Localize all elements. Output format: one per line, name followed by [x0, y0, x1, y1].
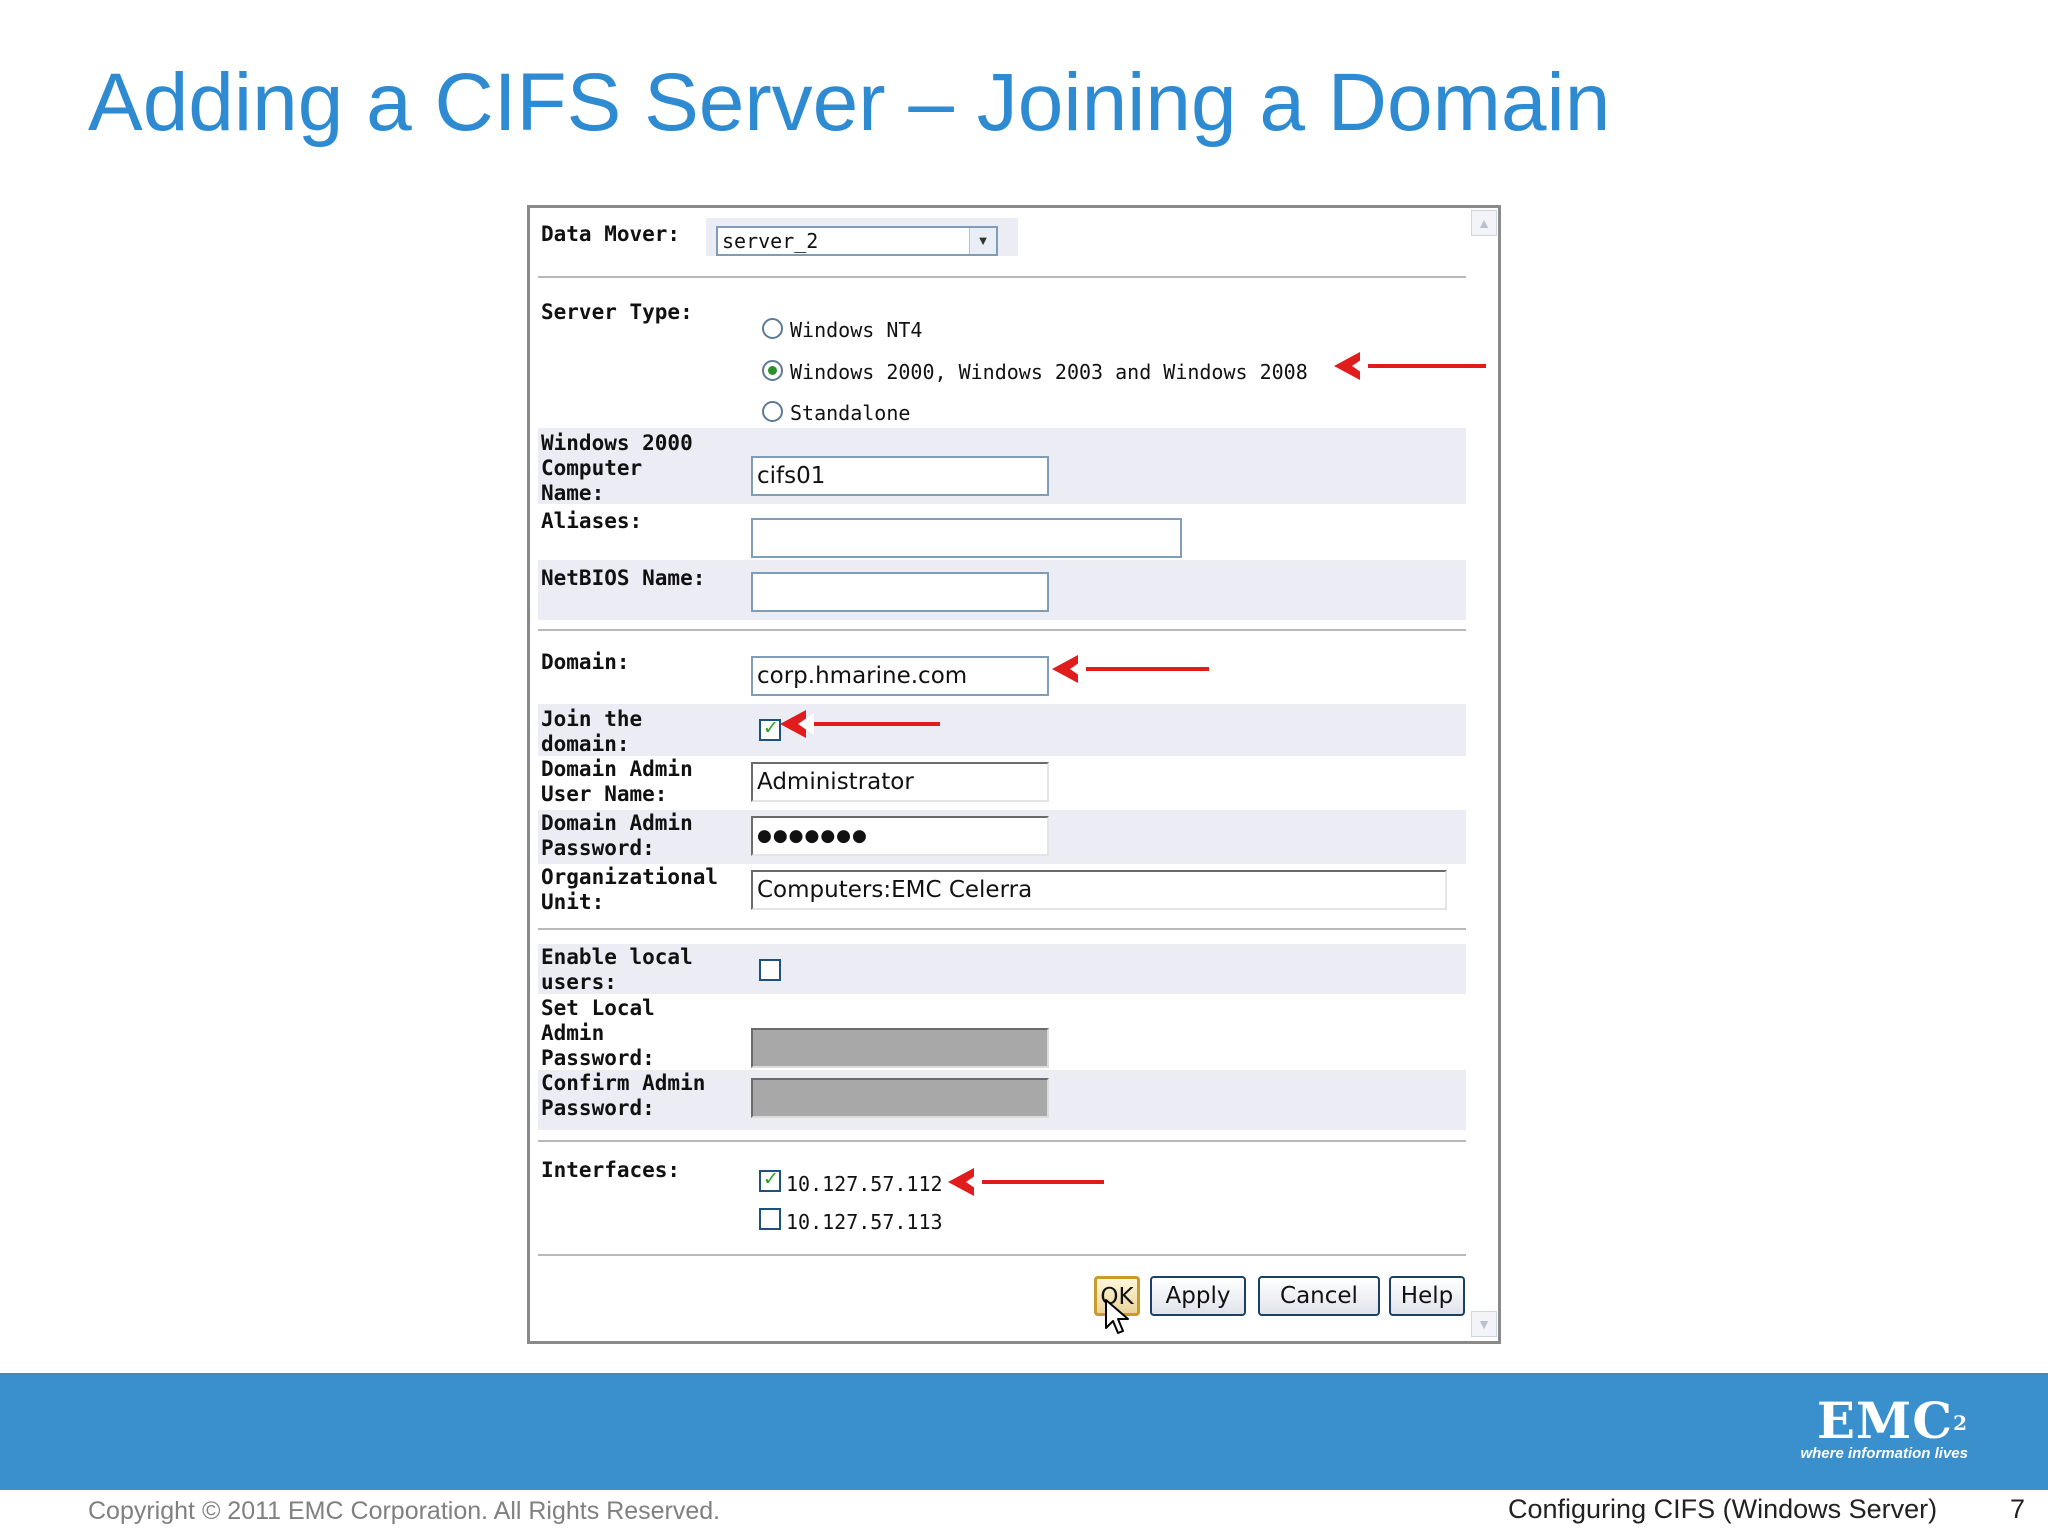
org-unit-row: Organizational Unit: Computers:EMC Celer… — [538, 864, 1466, 918]
annotation-arrow-join-domain — [792, 713, 940, 735]
apply-button[interactable]: Apply — [1150, 1276, 1246, 1316]
radio-windows-nt4[interactable] — [762, 318, 783, 339]
org-unit-input[interactable]: Computers:EMC Celerra — [751, 870, 1447, 910]
computer-name-row: Windows 2000 Computer Name: cifs01 — [538, 428, 1466, 505]
domain-input[interactable]: corp.hmarine.com — [751, 656, 1049, 696]
enable-local-users-label: Enable local users: — [541, 945, 693, 994]
separator — [538, 928, 1466, 931]
logo-wordmark: EMC2 — [1816, 1391, 1968, 1450]
local-admin-password-label: Set Local Admin Password: — [541, 996, 655, 1070]
interface-address: 10.127.57.112 — [786, 1172, 943, 1196]
admin-user-row: Domain Admin User Name: Administrator — [538, 756, 1466, 810]
scroll-up-icon[interactable]: ▲ — [1471, 210, 1497, 236]
interface-checkbox[interactable]: ✓ — [759, 1168, 781, 1192]
annotation-arrow-server-type — [1346, 355, 1486, 377]
confirm-admin-password-row: Confirm Admin Password: — [538, 1070, 1466, 1130]
aliases-label: Aliases: — [541, 509, 643, 533]
annotation-arrow-interface — [960, 1171, 1104, 1193]
local-admin-password-row: Set Local Admin Password: — [538, 994, 1466, 1070]
option-standalone-label: Standalone — [790, 401, 911, 425]
slide-title: Adding a CIFS Server – Joining a Domain — [88, 57, 1611, 148]
radio-windows-2000-2003-2008[interactable] — [762, 360, 783, 381]
option-windows-nt4-label: Windows NT4 — [790, 318, 923, 342]
confirm-admin-password-input — [751, 1078, 1049, 1118]
cancel-button[interactable]: Cancel — [1258, 1276, 1380, 1316]
netbios-name-row: NetBIOS Name: — [538, 560, 1466, 620]
enable-local-users-checkbox[interactable] — [759, 959, 781, 981]
interfaces-row: Interfaces: ✓ 10.127.57.112 10.127.57.11… — [538, 1152, 1466, 1242]
radio-standalone[interactable] — [762, 401, 783, 422]
vertical-scrollbar[interactable]: ▲ ▼ — [1470, 208, 1498, 1341]
admin-user-label: Domain Admin User Name: — [541, 757, 693, 806]
option-windows-2000-label: Windows 2000, Windows 2003 and Windows 2… — [790, 360, 1308, 384]
emc-logo: EMC2 where information lives — [1800, 1391, 1968, 1463]
server-type-label: Server Type: — [541, 300, 693, 324]
admin-user-input[interactable]: Administrator — [751, 762, 1049, 802]
help-button[interactable]: Help — [1389, 1276, 1465, 1316]
computer-name-input[interactable]: cifs01 — [751, 456, 1049, 496]
local-admin-password-input — [751, 1028, 1049, 1068]
aliases-input[interactable] — [751, 518, 1182, 558]
interface-checkbox[interactable] — [759, 1208, 781, 1230]
logo-tagline: where information lives — [1800, 1445, 1968, 1462]
interface-address: 10.127.57.113 — [786, 1210, 943, 1234]
dialog-form: Data Mover: server_2 ▼ Server Type: Wind… — [538, 208, 1466, 1341]
server-type-row: Server Type: Windows NT4 Windows 2000, W… — [538, 288, 1466, 428]
enable-local-users-row: Enable local users: — [538, 944, 1466, 994]
org-unit-label: Organizational Unit: — [541, 865, 719, 914]
admin-password-input[interactable]: ●●●●●●● — [751, 816, 1049, 856]
join-domain-label: Join the domain: — [541, 707, 643, 756]
footer-banner: EMC2 where information lives — [0, 1373, 2048, 1490]
aliases-row: Aliases: — [538, 504, 1466, 558]
computer-name-label: Windows 2000 Computer Name: — [541, 431, 693, 505]
footer-topic: Configuring CIFS (Windows Server) — [1508, 1494, 1938, 1524]
page-number: 7 — [2010, 1494, 2026, 1524]
checkmark-icon: ✓ — [763, 1168, 779, 1190]
interfaces-label: Interfaces: — [541, 1158, 681, 1182]
separator — [538, 276, 1466, 279]
data-mover-select[interactable]: server_2 ▼ — [716, 226, 998, 256]
chevron-down-icon[interactable]: ▼ — [969, 228, 996, 254]
data-mover-label: Data Mover: — [541, 222, 681, 246]
annotation-arrow-domain — [1064, 658, 1209, 680]
netbios-name-label: NetBIOS Name: — [541, 566, 706, 590]
scroll-down-icon[interactable]: ▼ — [1471, 1311, 1497, 1337]
checkmark-icon: ✓ — [763, 717, 779, 739]
separator — [538, 629, 1466, 632]
netbios-name-input[interactable] — [751, 572, 1049, 612]
confirm-admin-password-label: Confirm Admin Password: — [541, 1071, 706, 1120]
admin-password-row: Domain Admin Password: ●●●●●●● — [538, 810, 1466, 864]
domain-row: Domain: corp.hmarine.com — [538, 640, 1466, 704]
data-mover-row: Data Mover: server_2 ▼ — [538, 214, 1466, 256]
join-domain-row: Join the domain: ✓ — [538, 704, 1466, 756]
mouse-cursor-icon — [1105, 1299, 1129, 1334]
separator — [538, 1140, 1466, 1143]
admin-password-label: Domain Admin Password: — [541, 811, 693, 860]
copyright-text: Copyright © 2011 EMC Corporation. All Ri… — [88, 1497, 721, 1525]
data-mover-value: server_2 — [722, 229, 819, 253]
domain-label: Domain: — [541, 650, 630, 674]
separator — [538, 1254, 1466, 1257]
join-domain-checkbox[interactable]: ✓ — [759, 717, 781, 741]
